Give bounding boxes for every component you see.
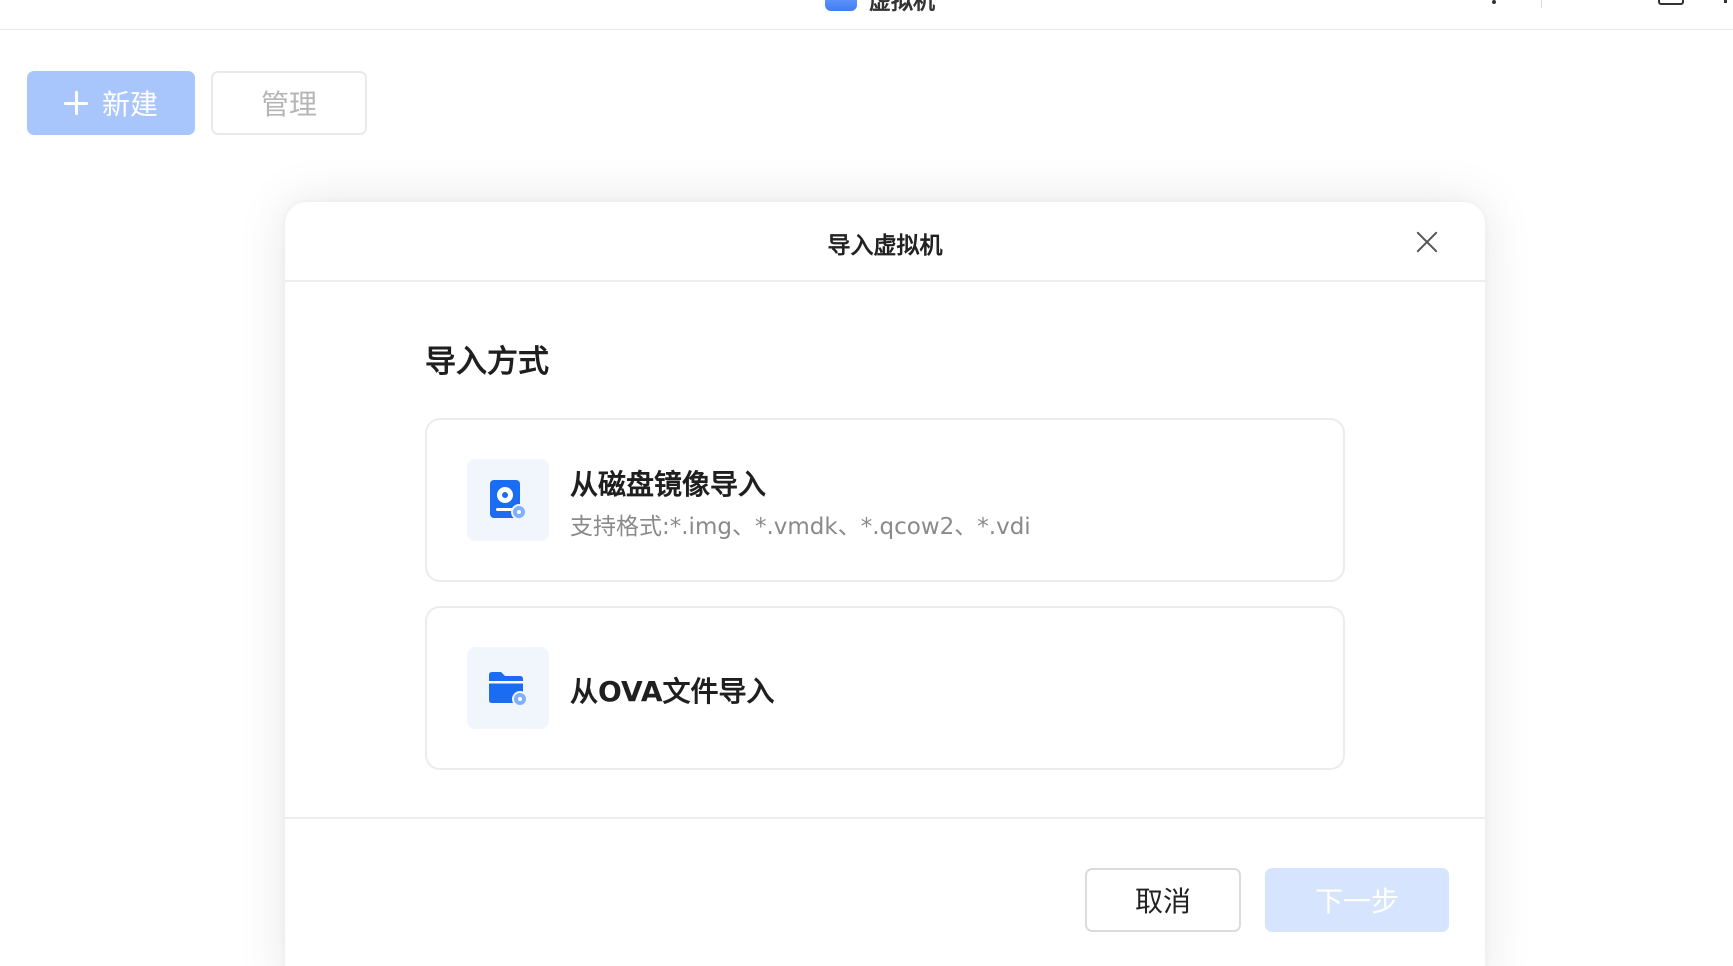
import-vm-dialog: 导入虚拟机 导入方式 从磁盘镜像导入 支持格式:*.img、*.vmdk、*.q… (285, 202, 1485, 966)
title-bar: 虚拟机 (0, 0, 1733, 30)
dialog-title: 导入虚拟机 (827, 233, 943, 259)
plus-icon (63, 91, 88, 115)
next-button[interactable]: 下一步 (1265, 868, 1449, 932)
manage-button[interactable]: 管理 (211, 71, 367, 135)
close-icon[interactable] (1412, 227, 1442, 257)
option-disk-image-title: 从磁盘镜像导入 (570, 468, 767, 501)
cancel-button[interactable]: 取消 (1085, 868, 1241, 932)
close-window-icon[interactable] (1724, 0, 1727, 3)
folder-icon (467, 647, 549, 729)
option-disk-image-formats: 支持格式:*.img、*.vmdk、*.qcow2、*.vdi (570, 514, 1031, 540)
option-ova-file-title: 从OVA文件导入 (570, 675, 775, 708)
option-ova-file[interactable]: 从OVA文件导入 (425, 606, 1345, 770)
new-button-label: 新建 (101, 89, 158, 120)
option-disk-image[interactable]: 从磁盘镜像导入 支持格式:*.img、*.vmdk、*.qcow2、*.vdi (425, 418, 1345, 582)
more-icon[interactable] (1488, 0, 1500, 6)
app-logo-icon (825, 0, 857, 11)
section-title: 导入方式 (425, 344, 549, 380)
app-title-text: 虚拟机 (869, 0, 936, 15)
dialog-footer-divider (285, 817, 1485, 819)
window-icon[interactable] (1658, 0, 1684, 5)
title-bar-divider (1541, 0, 1542, 8)
disk-image-icon (467, 459, 549, 541)
new-button[interactable]: 新建 (27, 71, 195, 135)
dialog-header: 导入虚拟机 (285, 202, 1485, 282)
app-title: 虚拟机 (825, 0, 935, 15)
